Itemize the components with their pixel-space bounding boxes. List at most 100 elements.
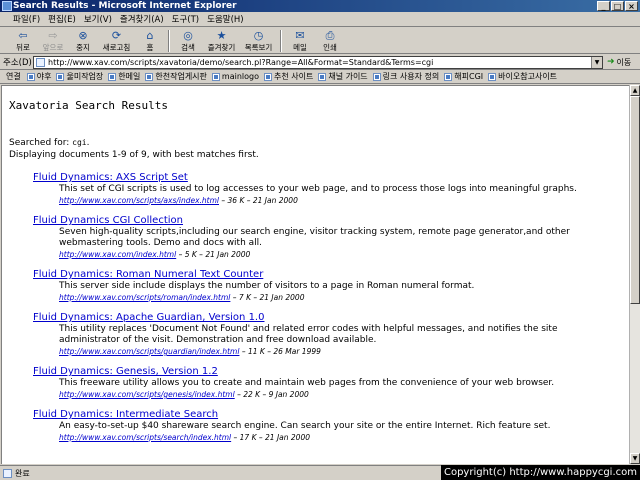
- menu-view[interactable]: 보기(V): [80, 13, 116, 25]
- history-icon: ◷: [253, 29, 264, 42]
- back-arrow-icon: ⇦: [18, 29, 28, 42]
- copyright-caption: Copyright(c) http://www.happycgi.com: [440, 465, 640, 480]
- link-channel-guide[interactable]: 채널 가이드: [318, 71, 368, 82]
- chevron-down-icon[interactable]: ▼: [591, 56, 602, 68]
- link-board[interactable]: 한천작업게시판: [145, 71, 207, 82]
- maximize-button[interactable]: □: [611, 1, 624, 11]
- go-label: 이동: [616, 57, 632, 67]
- result-url-link[interactable]: http://www.xav.com/scripts/guardian/inde…: [59, 347, 239, 356]
- links-label: 연결: [6, 72, 21, 81]
- result-meta: http://www.xav.com/scripts/genesis/index…: [59, 389, 603, 400]
- minimize-button[interactable]: _: [597, 1, 610, 11]
- refresh-label: 새로고침: [102, 43, 131, 52]
- home-icon: ⌂: [146, 29, 154, 42]
- home-label: 홈: [146, 43, 154, 52]
- address-input[interactable]: http://www.xav.com/scripts/xavatoria/dem…: [33, 55, 603, 69]
- menu-file[interactable]: 파일(F): [9, 13, 44, 25]
- link-icon: [488, 72, 497, 81]
- link-bio[interactable]: 바이오참고사이트: [488, 71, 557, 82]
- results-list: Fluid Dynamics: AXS Script Set This set …: [33, 172, 603, 452]
- stop-label: 중지: [76, 43, 90, 52]
- link-icon: [318, 72, 327, 81]
- result-description: This freeware utility allows you to crea…: [59, 378, 555, 388]
- link-icon: [56, 72, 65, 81]
- result-meta: http://www.xav.com/index.html – 5 K – 21…: [59, 249, 603, 260]
- result-size-date: – 17 K – 21 Jan 2000: [231, 433, 310, 442]
- link-hanmail[interactable]: 한메일: [108, 71, 140, 82]
- result-title-link[interactable]: Fluid Dynamics: Roman Numeral Text Count…: [33, 269, 263, 281]
- result-item: Fluid Dynamics: AXS Script Set This set …: [33, 172, 603, 206]
- result-title-link[interactable]: Fluid Dynamics CGI Collection: [33, 215, 183, 227]
- result-meta: http://www.xav.com/scripts/search/index.…: [59, 432, 603, 443]
- link-yahoo[interactable]: 야후: [26, 71, 51, 82]
- mail-label: 메일: [293, 43, 307, 52]
- result-description: This utility replaces 'Document Not Foun…: [59, 324, 558, 345]
- menu-favorites[interactable]: 즐겨찾기(A): [116, 13, 168, 25]
- stop-button[interactable]: ⊗ 중지: [68, 28, 98, 54]
- link-recommended[interactable]: 추천 사이트: [263, 71, 313, 82]
- print-icon: ⎙: [325, 29, 335, 42]
- address-url[interactable]: http://www.xav.com/scripts/xavatoria/dem…: [48, 58, 433, 67]
- link-mainlogo[interactable]: mainlogo: [211, 72, 259, 81]
- refresh-icon: ⟳: [111, 29, 122, 42]
- search-button[interactable]: ◎ 검색: [173, 28, 203, 54]
- refresh-button[interactable]: ⟳ 새로고침: [98, 28, 135, 54]
- close-button[interactable]: ×: [625, 1, 638, 11]
- window-title: Search Results - Microsoft Internet Expl…: [13, 1, 237, 11]
- result-size-date: – 36 K – 21 Jan 2000: [219, 196, 298, 205]
- history-button[interactable]: ◷ 목록보기: [240, 28, 277, 54]
- result-url-link[interactable]: http://www.xav.com/index.html: [59, 250, 176, 259]
- print-button[interactable]: ⎙ 인쇄: [315, 28, 345, 54]
- link-icon: [372, 72, 381, 81]
- searched-suffix: .: [86, 138, 90, 148]
- scroll-thumb[interactable]: [630, 96, 640, 304]
- result-url-link[interactable]: http://www.xav.com/scripts/search/index.…: [59, 433, 231, 442]
- result-size-date: – 7 K – 21 Jan 2000: [230, 293, 305, 302]
- mail-button[interactable]: ✉ 메일: [285, 28, 315, 54]
- search-label: 검색: [181, 43, 195, 52]
- link-label: mainlogo: [221, 72, 259, 81]
- back-label: 뒤로: [16, 43, 30, 52]
- favorites-button[interactable]: ★ 즐겨찾기: [203, 28, 240, 54]
- result-title-link[interactable]: Fluid Dynamics: AXS Script Set: [33, 172, 188, 184]
- scroll-up-icon[interactable]: ▲: [630, 85, 640, 96]
- result-meta: http://www.xav.com/scripts/guardian/inde…: [59, 346, 603, 357]
- link-label: 링크 사용자 정의: [382, 72, 440, 81]
- link-label: 한천작업게시판: [155, 72, 207, 81]
- back-button[interactable]: ⇦ 뒤로: [8, 28, 38, 54]
- menu-help[interactable]: 도움말(H): [203, 13, 247, 25]
- scroll-down-icon[interactable]: ▼: [630, 453, 640, 464]
- link-workshop[interactable]: 울미작업장: [56, 71, 103, 82]
- result-url-link[interactable]: http://www.xav.com/scripts/genesis/index…: [59, 390, 235, 399]
- result-description: This server side include displays the nu…: [59, 281, 475, 291]
- link-label: 바이오참고사이트: [498, 72, 558, 81]
- link-icon: [145, 72, 154, 81]
- result-url-link[interactable]: http://www.xav.com/scripts/roman/index.h…: [59, 293, 230, 302]
- results-summary: Displaying documents 1-9 of 9, with best…: [9, 150, 259, 160]
- mail-icon: ✉: [295, 29, 305, 42]
- link-customize[interactable]: 링크 사용자 정의: [372, 71, 440, 82]
- result-item: Fluid Dynamics: Intermediate Search An e…: [33, 409, 603, 443]
- result-title-link[interactable]: Fluid Dynamics: Apache Guardian, Version…: [33, 312, 264, 324]
- searched-for-label: Searched for:: [9, 138, 70, 148]
- go-button[interactable]: ➜ 이동: [607, 57, 631, 68]
- searched-for-line: Searched for: cgi.: [9, 138, 89, 148]
- home-button[interactable]: ⌂ 홈: [135, 28, 165, 54]
- address-bar: 주소(D) http://www.xav.com/scripts/xavator…: [0, 55, 640, 70]
- link-label: 해피CGI: [454, 72, 484, 81]
- title-bar: Search Results - Microsoft Internet Expl…: [0, 0, 640, 12]
- result-meta: http://www.xav.com/scripts/roman/index.h…: [59, 292, 603, 303]
- link-icon: [444, 72, 453, 81]
- vertical-scrollbar[interactable]: ▲ ▼: [629, 85, 640, 464]
- menu-edit[interactable]: 편집(E): [44, 13, 80, 25]
- result-title-link[interactable]: Fluid Dynamics: Intermediate Search: [33, 409, 218, 421]
- ie-logo-icon: [2, 1, 12, 11]
- link-label: 한메일: [118, 72, 141, 81]
- result-title-link[interactable]: Fluid Dynamics: Genesis, Version 1.2: [33, 366, 218, 378]
- standard-toolbar: ⇦ 뒤로 ⇨ 앞으로 ⊗ 중지 ⟳ 새로고침 ⌂ 홈 ◎ 검색 ★ 즐겨찾기 ◷…: [0, 28, 640, 54]
- link-happycgi[interactable]: 해피CGI: [444, 71, 483, 82]
- forward-button[interactable]: ⇨ 앞으로: [38, 28, 68, 54]
- forward-label: 앞으로: [42, 43, 64, 52]
- result-url-link[interactable]: http://www.xav.com/scripts/axs/index.htm…: [59, 196, 219, 205]
- menu-tools[interactable]: 도구(T): [168, 13, 203, 25]
